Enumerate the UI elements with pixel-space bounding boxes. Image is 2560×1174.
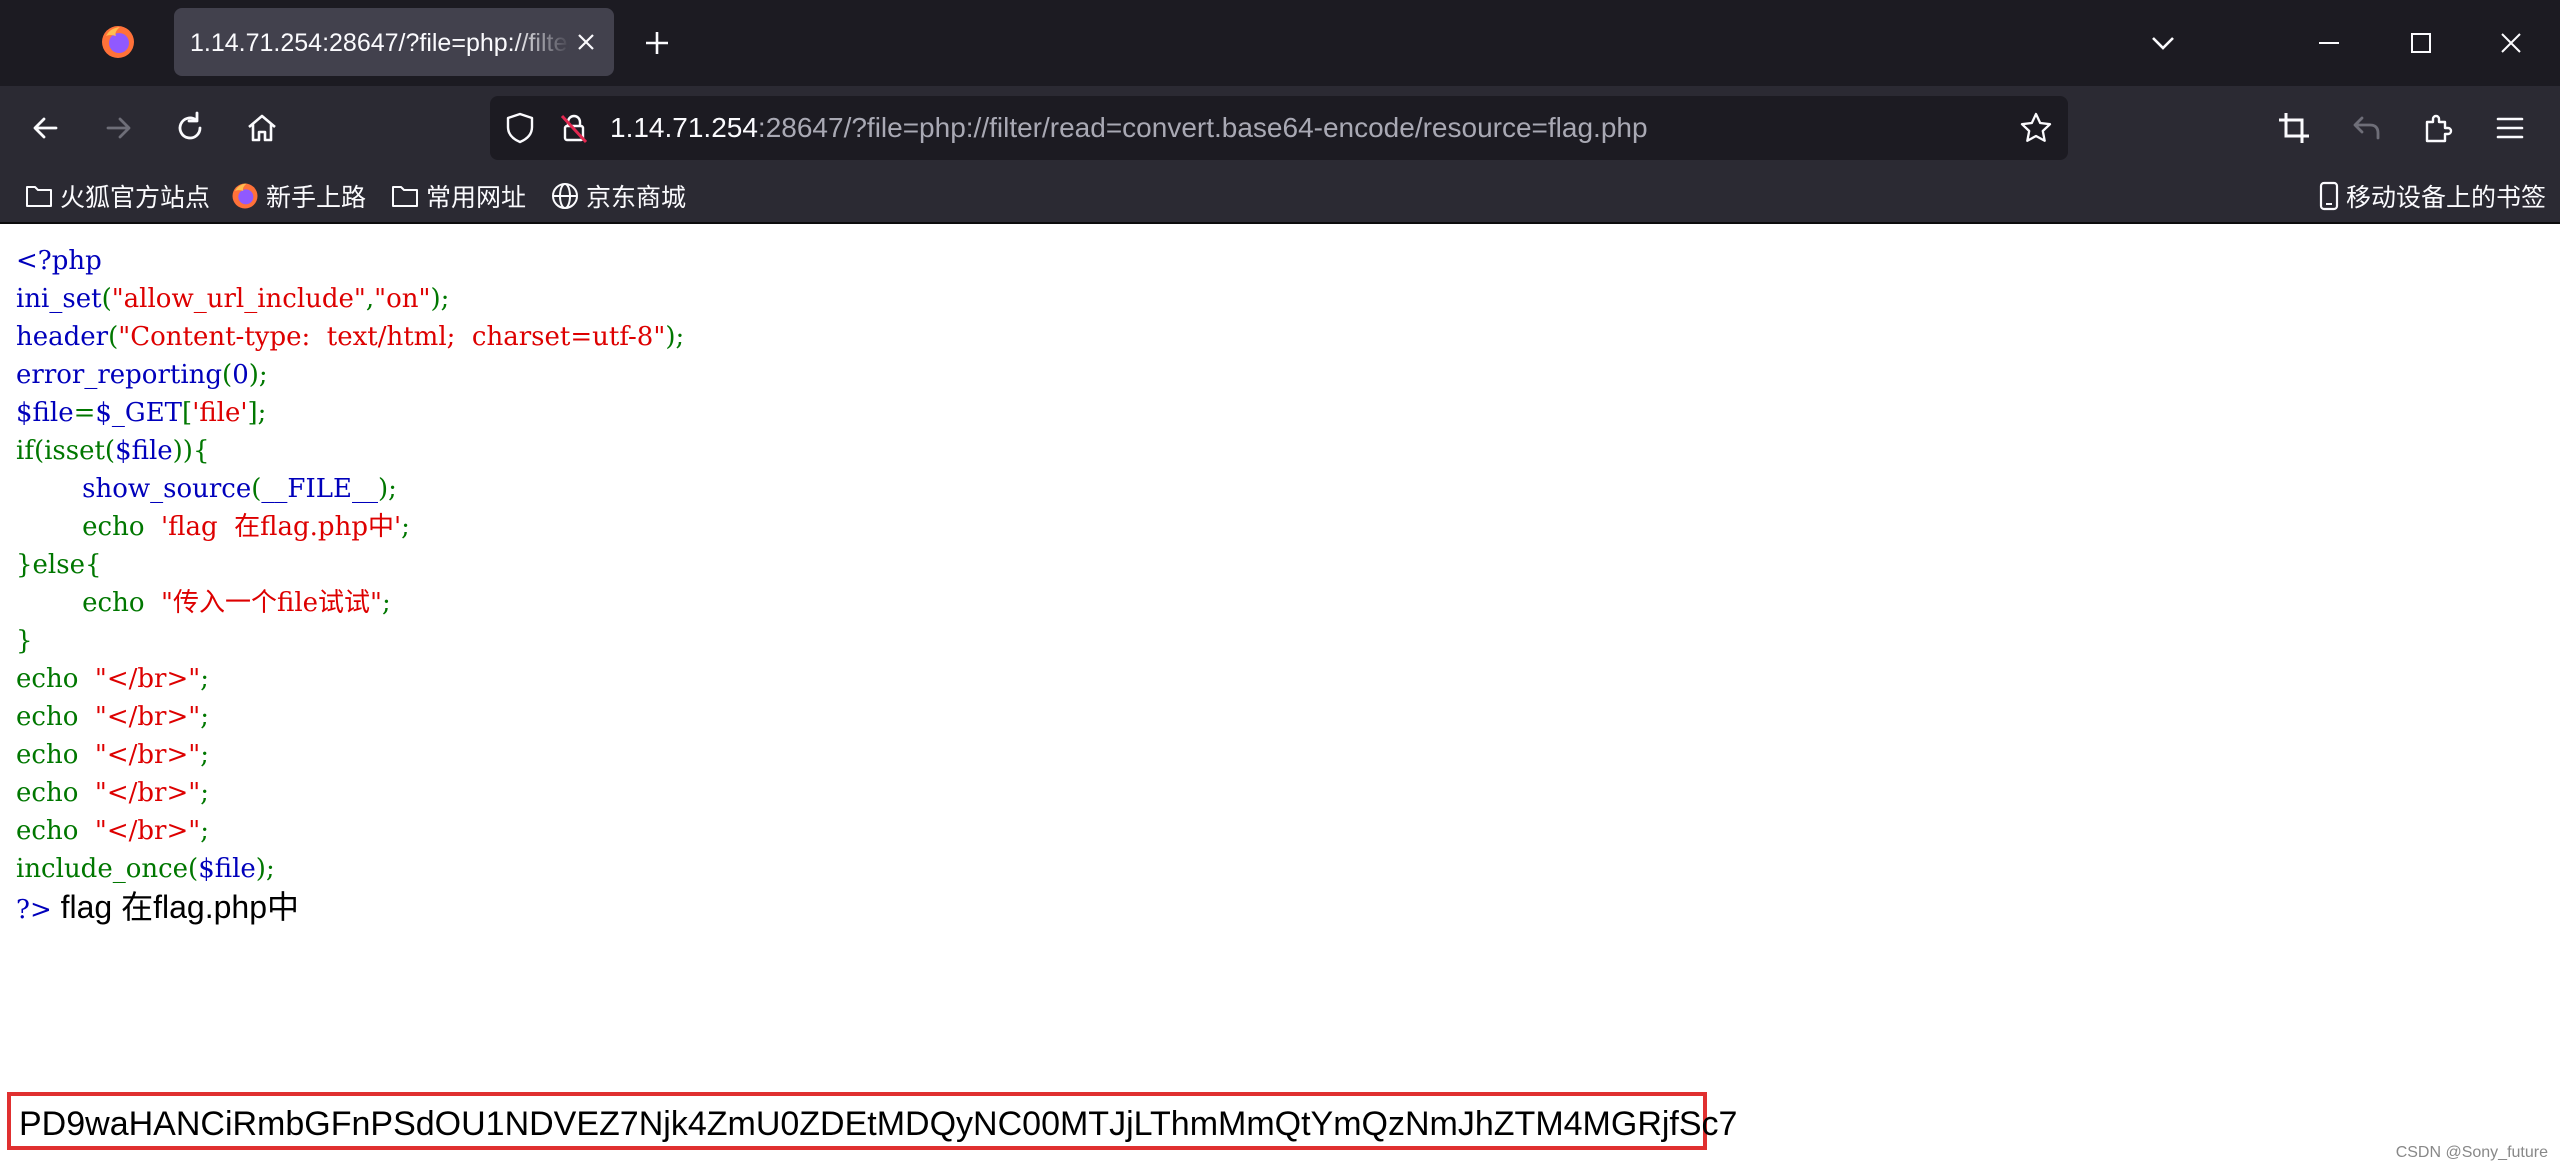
back-arrow-icon[interactable] [26,108,66,148]
reload-icon[interactable] [170,108,210,148]
watermark: CSDN @Sony_future [2395,1144,2548,1161]
code-line-5: $file=$_GET['file']; [16,398,267,428]
bookmark-item-getting-started[interactable]: 新手上路 [230,178,366,214]
close-icon[interactable] [574,30,598,54]
bookmark-label: 常用网址 [426,184,527,212]
crop-icon[interactable] [2274,108,2314,148]
firefox-logo-icon [232,183,258,209]
url-path: :28647/?file=php://filter/read=convert.b… [757,112,1648,143]
url-bar[interactable]: 1.14.71.254:28647/?file=php://filter/rea… [490,96,2068,160]
code-line-13: echo "</br>"; [16,702,209,732]
code-line-1: <?php [16,246,102,276]
code-line-10: echo "传入一个file试试"; [82,588,391,618]
php-source-code: <?php ini_set("allow_url_include","on");… [16,242,684,929]
folder-icon [26,186,52,207]
menu-icon[interactable] [2490,108,2530,148]
code-line-16: echo "</br>"; [16,816,209,846]
minimize-icon[interactable] [2312,26,2346,60]
code-line-17: include_once($file); [16,854,275,884]
url-text[interactable]: 1.14.71.254:28647/?file=php://filter/rea… [610,112,1648,144]
code-line-12: echo "</br>"; [16,664,209,694]
url-host: 1.14.71.254 [610,112,758,143]
code-line-11: } [16,626,33,656]
code-line-3: header("Content-type: text/html; charset… [16,322,685,352]
code-line-15: echo "</br>"; [16,778,209,808]
bookmark-item-firefox-site[interactable]: 火狐官方站点 [24,178,210,214]
bookmark-label: 火狐官方站点 [60,184,211,212]
base64-output: PD9waHANCiRmbGFnPSdOU1NDVEZ7Njk4ZmU0ZDEt… [19,1105,1738,1143]
bookmark-label: 新手上路 [266,184,367,212]
bookmark-label: 京东商城 [586,184,687,212]
code-line-4: error_reporting(0); [16,360,268,390]
mobile-bookmarks-label: 移动设备上的书签 [2345,184,2546,212]
star-icon[interactable] [2018,110,2054,146]
plus-icon[interactable] [640,26,674,60]
tab-bar: 1.14.71.254:28647/?file=php://filter/rea… [0,0,2560,86]
insecure-lock-icon[interactable] [556,110,592,146]
home-icon[interactable] [242,108,282,148]
code-line-6: if(isset($file)){ [16,436,210,466]
shield-icon[interactable] [502,110,538,146]
firefox-logo-icon[interactable] [100,24,136,60]
bookmarks-toolbar: 火狐官方站点 新手上路 常用网址 京东商城 移动设备上的书签 [0,170,2560,224]
maximize-icon[interactable] [2404,26,2438,60]
page-content: <?php ini_set("allow_url_include","on");… [0,224,2560,1174]
chevron-down-icon[interactable] [2146,26,2180,60]
phone-icon [2319,181,2339,211]
code-line-7: show_source(__FILE__); [82,474,397,504]
close-icon[interactable] [2494,26,2528,60]
bookmark-item-jd-mall[interactable]: 京东商城 [550,178,686,214]
code-line-14: echo "</br>"; [16,740,209,770]
forward-arrow-icon [106,117,131,139]
highlight-box: PD9waHANCiRmbGFnPSdOU1NDVEZ7Njk4ZmU0ZDEt… [7,1092,1737,1150]
navigation-toolbar: 1.14.71.254:28647/?file=php://filter/rea… [0,86,2560,170]
code-line-8: echo 'flag 在flag.php中'; [82,512,410,542]
code-line-9: }else{ [16,550,102,580]
page-output-text: flag 在flag.php中 [51,889,299,925]
folder-icon [392,186,418,207]
undo-icon [2353,116,2380,140]
code-line-2: ini_set("allow_url_include","on"); [16,284,450,314]
mobile-bookmarks[interactable]: 移动设备上的书签 [2318,178,2546,214]
globe-icon [552,183,578,209]
code-line-18: ?> flag 在flag.php中 [16,889,299,925]
extensions-icon[interactable] [2418,108,2458,148]
active-tab[interactable]: 1.14.71.254:28647/?file=php://filter/rea… [174,8,614,76]
tab-title: 1.14.71.254:28647/?file=php://filter/rea… [190,29,570,57]
bookmark-item-common-sites[interactable]: 常用网址 [390,178,526,214]
